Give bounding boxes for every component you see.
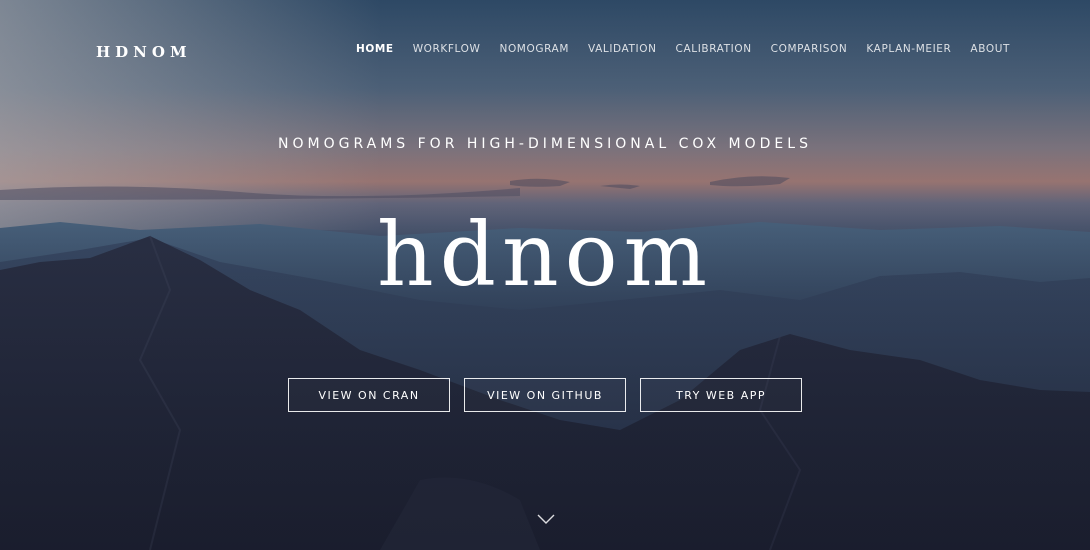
brand-logo[interactable]: HDNOM	[96, 43, 192, 61]
nav-item-calibration[interactable]: CALIBRATION	[676, 43, 752, 55]
chevron-down-icon[interactable]	[536, 512, 556, 526]
hero-title: hdnom	[376, 203, 714, 306]
nav-item-nomogram[interactable]: NOMOGRAM	[499, 43, 569, 55]
hero-button-group: VIEW ON CRAN VIEW ON GITHUB TRY WEB APP	[0, 378, 1090, 412]
view-on-cran-button[interactable]: VIEW ON CRAN	[288, 378, 450, 412]
hero-section: HDNOM HOME WORKFLOW NOMOGRAM VALIDATION …	[0, 0, 1090, 550]
nav-item-workflow[interactable]: WORKFLOW	[413, 43, 481, 55]
nav-item-kaplan-meier[interactable]: KAPLAN-MEIER	[866, 43, 951, 55]
nav-item-home[interactable]: HOME	[356, 43, 394, 55]
nav-item-comparison[interactable]: COMPARISON	[771, 43, 848, 55]
nav-item-validation[interactable]: VALIDATION	[588, 43, 657, 55]
hero-tagline: NOMOGRAMS FOR HIGH-DIMENSIONAL COX MODEL…	[278, 136, 812, 152]
try-web-app-button[interactable]: TRY WEB APP	[640, 378, 802, 412]
nav-item-about[interactable]: ABOUT	[970, 43, 1010, 55]
main-nav: HOME WORKFLOW NOMOGRAM VALIDATION CALIBR…	[337, 43, 1010, 55]
view-on-github-button[interactable]: VIEW ON GITHUB	[464, 378, 626, 412]
